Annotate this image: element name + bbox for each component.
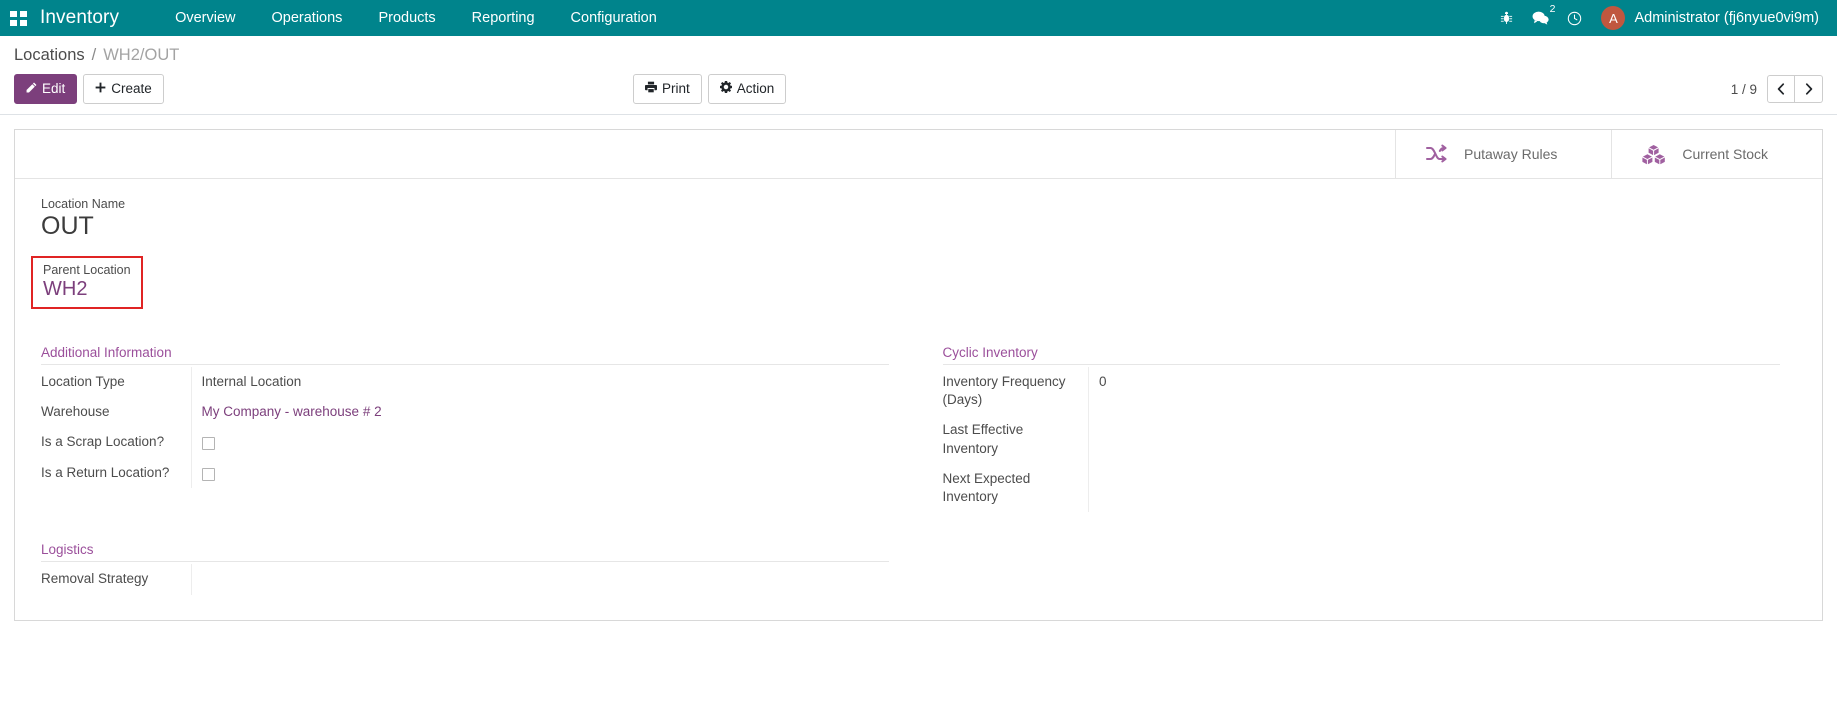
- logistics-table: Removal Strategy: [41, 564, 889, 595]
- is-scrap-location-label: Is a Scrap Location?: [41, 434, 165, 450]
- clock-icon[interactable]: [1557, 0, 1591, 36]
- bug-icon[interactable]: [1489, 0, 1523, 36]
- additional-information-table: Location Type Internal Location Warehous…: [41, 366, 889, 488]
- field-row-removal-strategy: Removal Strategy: [41, 564, 889, 595]
- is-return-location-cell: [190, 457, 889, 488]
- pager-value: 1 / 9: [1730, 81, 1757, 97]
- action-button[interactable]: Action: [707, 74, 787, 105]
- cyclic-inventory-title: Cyclic Inventory: [942, 345, 1780, 365]
- menu-item-configuration[interactable]: Configuration: [553, 1, 675, 35]
- print-button[interactable]: Print: [633, 74, 702, 105]
- breadcrumb-current-record: WH2/OUT: [103, 46, 180, 64]
- record-action-buttons: Edit Create: [14, 74, 164, 105]
- create-button[interactable]: Create: [83, 74, 164, 105]
- field-row-last-effective-inventory: Last Effective Inventory: [942, 415, 1780, 464]
- form-sheet: Putaway Rules Current Stock Location Nam…: [14, 129, 1823, 622]
- last-effective-inventory-label: Last Effective Inventory: [942, 422, 1024, 456]
- last-effective-inventory-value[interactable]: [1088, 415, 1780, 464]
- field-row-next-expected-inventory: Next Expected Inventory: [942, 463, 1780, 513]
- field-row-is-scrap-location: Is a Scrap Location?: [41, 427, 889, 458]
- pager-next-button[interactable]: [1795, 75, 1823, 104]
- additional-information-title: Additional Information: [41, 345, 889, 365]
- is-return-location-checkbox[interactable]: [201, 467, 215, 481]
- cyclic-inventory-table: Inventory Frequency (Days) 0 Last Effect…: [942, 366, 1780, 513]
- shuffle-icon: [1426, 144, 1448, 164]
- warehouse-value-link[interactable]: My Company - warehouse # 2: [202, 404, 382, 419]
- control-panel-buttons: Edit Create Print Action 1 / 9: [0, 67, 1837, 114]
- menu-item-products[interactable]: Products: [360, 1, 453, 35]
- pager: 1 / 9: [1730, 75, 1823, 104]
- removal-strategy-label: Removal Strategy: [41, 571, 149, 587]
- location-type-value: Internal Location: [190, 366, 889, 398]
- field-row-warehouse: Warehouse My Company - warehouse # 2: [41, 397, 889, 428]
- edit-button[interactable]: Edit: [14, 74, 78, 105]
- pager-buttons: [1767, 75, 1823, 104]
- location-name-field: Location Name OUT: [41, 197, 1796, 241]
- warehouse-label: Warehouse: [41, 404, 110, 420]
- cubes-icon: [1642, 144, 1666, 165]
- avatar: A: [1601, 6, 1626, 30]
- gear-icon: [719, 80, 732, 98]
- user-name: Administrator (fj6nyue0vi9m): [1634, 10, 1819, 26]
- parent-location-field-highlighted: Parent Location WH2: [31, 255, 143, 309]
- form-groups: Additional Information Location Type Int…: [41, 345, 1797, 513]
- field-row-inventory-frequency: Inventory Frequency (Days) 0: [942, 366, 1780, 416]
- stat-button-current-stock-label: Current Stock: [1682, 146, 1768, 163]
- breadcrumb-root-locations[interactable]: Locations: [14, 46, 85, 65]
- create-button-label: Create: [111, 81, 152, 96]
- stat-button-bar: Putaway Rules Current Stock: [15, 130, 1822, 180]
- navbar-right-tools: 2 A Administrator (fj6nyue0vi9m): [1489, 0, 1823, 36]
- removal-strategy-value[interactable]: [190, 564, 889, 595]
- inventory-frequency-value[interactable]: 0: [1088, 366, 1780, 416]
- field-row-is-return-location: Is a Return Location?: [41, 457, 889, 488]
- messages-icon[interactable]: 2: [1523, 0, 1557, 36]
- menu-item-operations[interactable]: Operations: [254, 1, 361, 35]
- inventory-frequency-label: Inventory Frequency (Days): [942, 373, 1066, 408]
- stat-button-putaway-rules-label: Putaway Rules: [1464, 146, 1558, 163]
- pager-previous-button[interactable]: [1767, 75, 1795, 104]
- form-body: Location Name OUT Parent Location WH2 Ad…: [15, 179, 1822, 595]
- action-button-label: Action: [736, 81, 775, 96]
- apps-grid-icon[interactable]: [10, 10, 27, 26]
- print-action-buttons: Print Action: [633, 74, 787, 105]
- group-logistics: Logistics Removal Strategy: [41, 542, 919, 595]
- control-panel: Locations / WH2/OUT Edit Create Print Ac…: [0, 36, 1837, 116]
- printer-icon: [645, 80, 657, 98]
- stat-button-putaway-rules[interactable]: Putaway Rules: [1395, 130, 1611, 179]
- field-row-location-type: Location Type Internal Location: [41, 366, 889, 398]
- user-menu[interactable]: A Administrator (fj6nyue0vi9m): [1591, 6, 1823, 30]
- print-button-label: Print: [662, 81, 690, 96]
- parent-location-value[interactable]: WH2: [43, 278, 87, 300]
- next-expected-inventory-label: Next Expected Inventory: [942, 470, 1031, 505]
- form-sheet-wrapper: Putaway Rules Current Stock Location Nam…: [0, 115, 1837, 717]
- is-return-location-label: Is a Return Location?: [41, 464, 170, 480]
- group-additional-information: Additional Information Location Type Int…: [41, 345, 919, 512]
- edit-button-label: Edit: [42, 81, 66, 96]
- location-type-label: Location Type: [41, 373, 125, 389]
- menu-item-reporting[interactable]: Reporting: [454, 1, 553, 35]
- menu-item-overview[interactable]: Overview: [157, 1, 253, 35]
- messages-badge: 2: [1549, 3, 1556, 15]
- group-cyclic-inventory: Cyclic Inventory Inventory Frequency (Da…: [919, 345, 1797, 513]
- main-menu: Overview Operations Products Reporting C…: [157, 1, 675, 35]
- warehouse-value-cell: My Company - warehouse # 2: [190, 397, 889, 428]
- app-brand-inventory[interactable]: Inventory: [40, 7, 119, 29]
- location-name-value: OUT: [41, 212, 94, 241]
- location-name-label: Location Name: [41, 197, 126, 212]
- pencil-icon: [26, 80, 37, 98]
- parent-location-label: Parent Location: [43, 262, 131, 277]
- breadcrumb-separator: /: [91, 46, 97, 64]
- next-expected-inventory-value[interactable]: [1088, 463, 1780, 513]
- logistics-title: Logistics: [41, 542, 889, 563]
- plus-icon: [95, 80, 106, 98]
- is-scrap-location-checkbox[interactable]: [201, 437, 215, 451]
- stat-button-current-stock[interactable]: Current Stock: [1611, 130, 1822, 179]
- breadcrumb: Locations / WH2/OUT: [0, 36, 1837, 67]
- is-scrap-location-cell: [190, 427, 889, 458]
- top-navbar: Inventory Overview Operations Products R…: [0, 0, 1837, 36]
